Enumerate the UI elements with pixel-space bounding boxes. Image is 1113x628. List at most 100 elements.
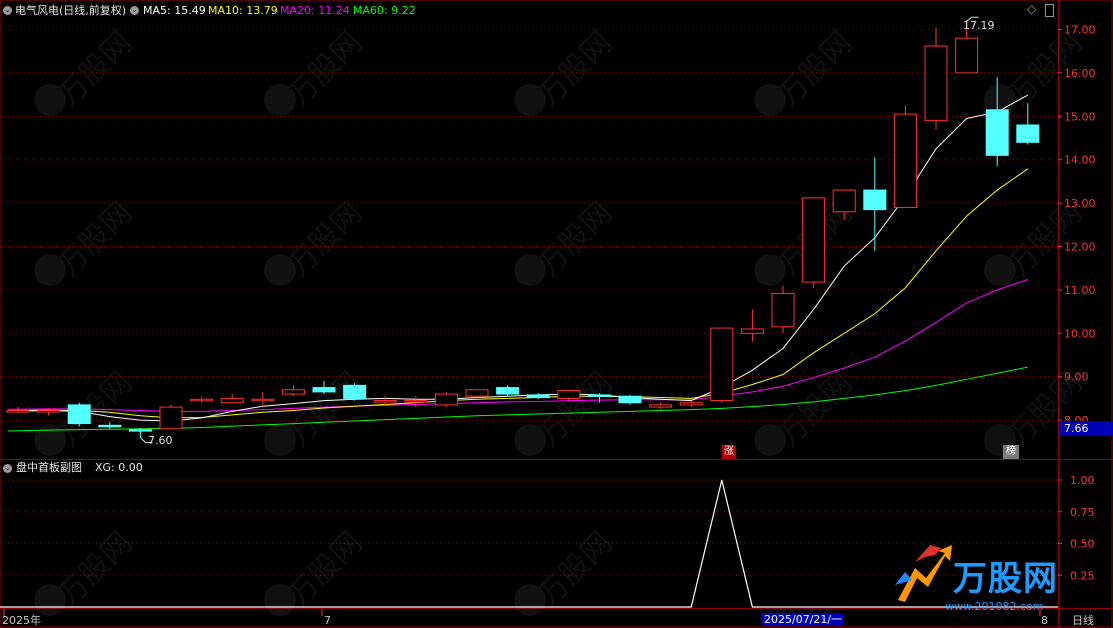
signal-axis-label: 0.75	[1070, 506, 1095, 519]
price-axis-label: 10.00	[1064, 327, 1096, 340]
watermark-text: 万股网	[771, 365, 859, 453]
candle	[802, 197, 826, 288]
price-axis-label: 11.00	[1064, 284, 1096, 297]
logo-arrow-red-icon	[915, 545, 941, 562]
candle-body	[587, 394, 611, 397]
settings-diamond-icon[interactable]: ◇	[1027, 3, 1036, 16]
candle-body	[6, 410, 30, 413]
candle-body	[496, 387, 520, 395]
watermark-tile: 万股网	[264, 525, 369, 616]
candle-body	[67, 404, 91, 425]
sub-panel-title: 盘中首板副图	[16, 461, 82, 474]
candle	[526, 393, 550, 400]
watermark-text: 万股网	[51, 525, 139, 613]
watermark-text: 万股网	[281, 25, 369, 113]
watermark-tile: 万股网	[264, 365, 369, 456]
candle-body	[373, 400, 397, 403]
candle	[6, 407, 30, 414]
price-axis-label: 14.00	[1064, 154, 1096, 167]
scrollbar-handle[interactable]	[1045, 4, 1054, 17]
candle-body	[1016, 124, 1040, 143]
candle	[740, 309, 764, 342]
price-axis-label: 15.00	[1064, 110, 1096, 123]
candle	[67, 402, 91, 427]
candle	[190, 396, 214, 403]
candlestick-series	[6, 16, 1040, 443]
candle-body	[740, 328, 764, 334]
rank-badge[interactable]: 榜	[1003, 445, 1019, 459]
watermark-text: 万股网	[51, 25, 139, 113]
stock-title: 电气风电(日线,前复权)	[15, 4, 127, 17]
month-label-7: 7	[324, 614, 331, 627]
candle-body	[220, 397, 244, 404]
candle-body	[190, 398, 214, 402]
watermark-tile: 万股网	[264, 25, 369, 116]
candle-body	[985, 109, 1009, 156]
price-axis-label: 16.00	[1064, 67, 1096, 80]
candle-body	[832, 189, 856, 213]
candle-body	[893, 113, 917, 208]
ma5-label: MA5: 15.49	[143, 4, 206, 17]
period-label[interactable]: 日线	[1072, 614, 1094, 627]
candle-body	[343, 384, 367, 399]
year-label: 2025年	[2, 614, 41, 627]
watermark-text: 万股网	[281, 525, 369, 613]
date-cursor-label: 2025/07/21/一	[762, 613, 845, 626]
watermark-text: 万股网	[531, 25, 619, 113]
month-label-8: 8	[1041, 614, 1048, 627]
brand-logo	[895, 545, 952, 602]
watermark-text: 万股网	[771, 25, 859, 113]
candle-body	[618, 395, 642, 404]
ma10-label: MA10: 13.79	[208, 4, 278, 17]
ma60-label: MA60: 9.22	[353, 4, 416, 17]
brand-logo-url: www.201082.com	[945, 600, 1044, 613]
candle	[863, 157, 887, 251]
candle-body	[955, 37, 979, 74]
watermark-text: 万股网	[281, 365, 369, 453]
indicator-toggle-icon[interactable]: ⌄	[130, 6, 139, 15]
candle-body	[312, 387, 336, 393]
candle-body	[404, 400, 428, 403]
signal-axis-label: 0.25	[1070, 569, 1095, 582]
collapse-main-icon[interactable]: ⌄	[3, 6, 12, 15]
candle	[343, 383, 367, 401]
collapse-sub-icon[interactable]: ⌄	[3, 464, 12, 473]
candle-body	[771, 292, 795, 328]
limit-up-badge[interactable]: 涨	[722, 445, 736, 459]
watermark-tile: 万股网	[264, 195, 369, 286]
candle-body	[526, 394, 550, 399]
kline-chart[interactable]: 万股网 万股网 万股网 万股网 万股网万股网 万股网 万股网 万股网万股网 万股网 万股网 万股网万…	[0, 0, 1113, 628]
ma5-line	[7, 94, 1029, 422]
watermark-text: 万股网	[531, 195, 619, 283]
current-price-tag-label: 7.66	[1064, 422, 1089, 435]
candle-body	[710, 327, 734, 402]
candle	[924, 27, 948, 130]
candle	[649, 402, 673, 410]
watermark-tile: 万股网	[34, 525, 139, 616]
candle	[159, 404, 183, 430]
signal-axis-label: 0.50	[1070, 538, 1095, 551]
candle	[710, 327, 734, 403]
candle-body	[863, 189, 887, 211]
watermark-text: 万股网	[531, 525, 619, 613]
candle-body	[924, 45, 948, 122]
candle-body	[557, 390, 581, 399]
brand-logo-text: 万股网	[953, 559, 1058, 599]
price-axis-label: 9.00	[1064, 371, 1089, 384]
candle	[496, 385, 520, 397]
watermark-tile: 万股网	[754, 25, 859, 116]
candle	[893, 105, 917, 208]
candle	[434, 391, 458, 408]
xg-value-label: XG: 0.00	[95, 461, 143, 474]
watermark-text: 万股网	[51, 195, 139, 283]
candle-body	[98, 424, 122, 428]
candle-body	[128, 429, 152, 432]
watermark-text: 万股网	[281, 195, 369, 283]
candle-body	[434, 393, 458, 406]
candle	[404, 396, 428, 408]
candle-body	[649, 404, 673, 408]
high-price-marker: 17.19	[963, 19, 995, 32]
watermark-tile: 万股网	[34, 25, 139, 116]
candle-body	[251, 398, 275, 402]
candle	[618, 394, 642, 405]
